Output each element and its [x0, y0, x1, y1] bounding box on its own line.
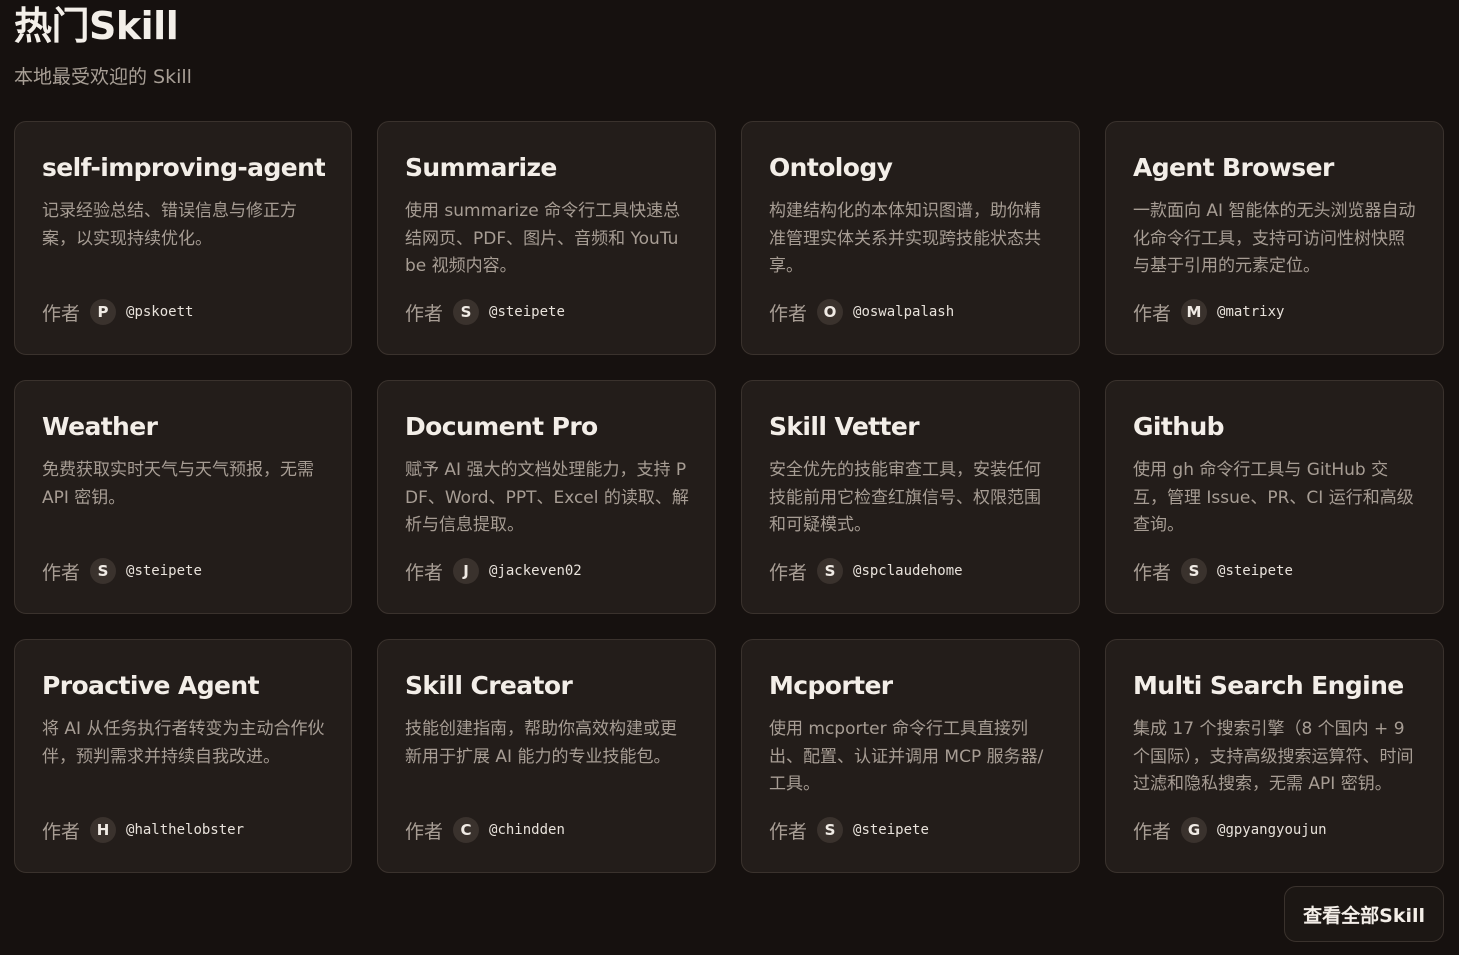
author-avatar: H [90, 817, 117, 843]
author-handle: @spclaudehome [853, 563, 963, 579]
skill-card[interactable]: Skill Vetter 安全优先的技能审查工具，安装任何技能前用它检查红旗信号… [741, 380, 1080, 614]
skill-card-author: 作者 S @steipete [405, 297, 565, 327]
author-label: 作者 [1133, 820, 1172, 843]
skill-card-title: self-improving-agent [42, 153, 325, 182]
skill-card-description: 构建结构化的本体知识图谱，助你精准管理实体关系并实现跨技能状态共享。 [769, 201, 1041, 276]
author-label: 作者 [42, 561, 81, 584]
skill-card-author: 作者 J @jackeven02 [405, 556, 582, 586]
skill-card-description: 使用 mcporter 命令行工具直接列出、配置、认证并调用 MCP 服务器/工… [769, 719, 1044, 794]
skill-card-description: 记录经验总结、错误信息与修正方案，以实现持续优化。 [42, 201, 297, 249]
skill-card[interactable]: Multi Search Engine 集成 17 个搜索引擎（8 个国内 + … [1105, 639, 1444, 873]
skill-card-author: 作者 S @steipete [769, 815, 929, 845]
skill-card-title: Multi Search Engine [1133, 671, 1404, 700]
skill-card-author: 作者 H @halthelobster [42, 815, 244, 845]
skill-card-title: Proactive Agent [42, 671, 260, 700]
author-avatar: P [90, 299, 117, 325]
skill-card-description: 技能创建指南，帮助你高效构建或更新用于扩展 AI 能力的专业技能包。 [405, 719, 677, 767]
skill-card-title: Skill Vetter [769, 412, 920, 441]
author-label: 作者 [1133, 561, 1172, 584]
skill-card-description: 将 AI 从任务执行者转变为主动合作伙伴，预判需求并持续自我改进。 [42, 719, 325, 767]
skill-card-title: Mcporter [769, 671, 893, 700]
page-title: 热门Skill [14, 4, 179, 48]
skill-card-description: 使用 summarize 命令行工具快速总结网页、PDF、图片、音频和 YouT… [405, 201, 681, 276]
hot-skills-page: 热门Skill 本地最受欢迎的 Skill self-improving-age… [0, 0, 1459, 955]
author-avatar: G [1181, 817, 1208, 843]
author-label: 作者 [405, 820, 444, 843]
author-avatar: C [453, 817, 480, 843]
skill-card-title: Ontology [769, 153, 893, 182]
author-avatar: S [817, 558, 844, 584]
skill-card[interactable]: Agent Browser 一款面向 AI 智能体的无头浏览器自动化命令行工具，… [1105, 121, 1444, 355]
skill-card-author: 作者 P @pskoett [42, 297, 193, 327]
skill-card[interactable]: Mcporter 使用 mcporter 命令行工具直接列出、配置、认证并调用 … [741, 639, 1080, 873]
author-avatar: O [817, 299, 844, 325]
skill-card-description: 安全优先的技能审查工具，安装任何技能前用它检查红旗信号、权限范围和可疑模式。 [769, 460, 1041, 535]
author-handle: @pskoett [126, 304, 194, 320]
author-label: 作者 [769, 820, 808, 843]
skill-card-title: Agent Browser [1133, 153, 1334, 182]
author-label: 作者 [42, 302, 81, 325]
author-handle: @chindden [489, 822, 565, 838]
author-label: 作者 [405, 302, 444, 325]
skill-card-title: Weather [42, 412, 158, 441]
skill-card[interactable]: Ontology 构建结构化的本体知识图谱，助你精准管理实体关系并实现跨技能状态… [741, 121, 1080, 355]
skill-card-author: 作者 M @matrixy [1133, 297, 1284, 327]
skill-card-title: Summarize [405, 153, 557, 182]
skill-card-author: 作者 S @steipete [42, 556, 202, 586]
author-handle: @oswalpalash [853, 304, 955, 320]
skill-card[interactable]: Github 使用 gh 命令行工具与 GitHub 交互，管理 Issue、P… [1105, 380, 1444, 614]
author-handle: @gpyangyoujun [1217, 822, 1327, 838]
view-all-skills-button[interactable]: 查看全部Skill [1284, 886, 1444, 942]
skill-card-description: 使用 gh 命令行工具与 GitHub 交互，管理 Issue、PR、CI 运行… [1133, 460, 1414, 535]
author-handle: @steipete [1217, 563, 1293, 579]
skill-card-title: Github [1133, 412, 1225, 441]
skill-card-title: Skill Creator [405, 671, 573, 700]
author-handle: @steipete [853, 822, 929, 838]
author-handle: @steipete [489, 304, 565, 320]
skill-card[interactable]: Summarize 使用 summarize 命令行工具快速总结网页、PDF、图… [377, 121, 716, 355]
skill-card-author: 作者 C @chindden [405, 815, 565, 845]
skill-card[interactable]: self-improving-agent 记录经验总结、错误信息与修正方案，以实… [14, 121, 352, 355]
skill-card-author: 作者 S @steipete [1133, 556, 1293, 586]
skill-card-title: Document Pro [405, 412, 598, 441]
author-avatar: J [453, 558, 480, 584]
skill-card-description: 免费获取实时天气与天气预报，无需 API 密钥。 [42, 460, 314, 508]
skill-card[interactable]: Document Pro 赋予 AI 强大的文档处理能力，支持 PDF、Word… [377, 380, 716, 614]
author-label: 作者 [769, 561, 808, 584]
author-handle: @steipete [126, 563, 202, 579]
skill-card[interactable]: Skill Creator 技能创建指南，帮助你高效构建或更新用于扩展 AI 能… [377, 639, 716, 873]
page-subtitle: 本地最受欢迎的 Skill [14, 66, 192, 88]
skill-card[interactable]: Weather 免费获取实时天气与天气预报，无需 API 密钥。 作者 S @s… [14, 380, 352, 614]
author-label: 作者 [405, 561, 444, 584]
author-avatar: M [1181, 299, 1208, 325]
author-label: 作者 [42, 820, 81, 843]
skill-card-author: 作者 S @spclaudehome [769, 556, 963, 586]
skill-card-grid: self-improving-agent 记录经验总结、错误信息与修正方案，以实… [14, 121, 1444, 873]
skill-card[interactable]: Proactive Agent 将 AI 从任务执行者转变为主动合作伙伴，预判需… [14, 639, 352, 873]
skill-card-description: 集成 17 个搜索引擎（8 个国内 + 9 个国际），支持高级搜索运算符、时间过… [1133, 719, 1414, 794]
skill-card-description: 赋予 AI 强大的文档处理能力，支持 PDF、Word、PPT、Excel 的读… [405, 460, 689, 535]
author-avatar: S [817, 817, 844, 843]
author-handle: @halthelobster [126, 822, 245, 838]
skill-card-description: 一款面向 AI 智能体的无头浏览器自动化命令行工具，支持可访问性树快照与基于引用… [1133, 201, 1416, 276]
author-avatar: S [453, 299, 480, 325]
author-label: 作者 [769, 302, 808, 325]
author-handle: @jackeven02 [489, 563, 582, 579]
author-avatar: S [1181, 558, 1208, 584]
skill-card-author: 作者 O @oswalpalash [769, 297, 954, 327]
author-handle: @matrixy [1217, 304, 1285, 320]
skill-card-author: 作者 G @gpyangyoujun [1133, 815, 1327, 845]
author-avatar: S [90, 558, 117, 584]
author-label: 作者 [1133, 302, 1172, 325]
